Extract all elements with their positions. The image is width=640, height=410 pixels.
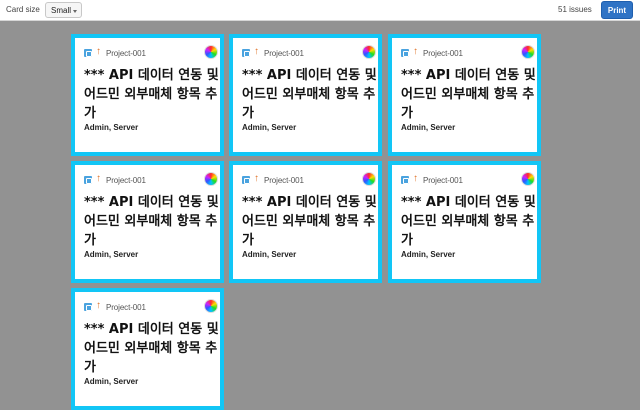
avatar [204,172,218,186]
story-icon [84,303,92,311]
issue-card[interactable]: ↑ Project-001 *** API 데이터 연동 및 어드민 외부매체 … [388,34,541,156]
issue-components: Admin, Server [84,377,139,386]
print-button[interactable]: Print [601,1,633,19]
card-size-select[interactable]: Small [45,2,82,18]
arrow-up-icon: ↑ [96,173,101,184]
card-size-value: Small [51,6,72,15]
avatar [521,45,535,59]
story-icon [242,49,250,57]
story-icon [401,49,409,57]
story-icon [84,49,92,57]
issue-title: *** API 데이터 연동 및 어드민 외부매체 항목 추가 [242,195,377,248]
story-icon [242,176,250,184]
card-header: ↑ Project-001 [84,45,219,59]
issue-components: Admin, Server [84,123,139,132]
issue-key[interactable]: Project-001 [264,176,304,185]
issue-key[interactable]: Project-001 [423,176,463,185]
issue-title: *** API 데이터 연동 및 어드민 외부매체 항목 추가 [401,68,536,121]
arrow-up-icon: ↑ [96,300,101,311]
issue-key[interactable]: Project-001 [423,49,463,58]
issue-card[interactable]: ↑ Project-001 *** API 데이터 연동 및 어드민 외부매체 … [71,288,224,410]
avatar [362,172,376,186]
card-size-label: Card size [6,5,40,14]
card-header: ↑ Project-001 [401,172,536,186]
card-header: ↑ Project-001 [84,172,219,186]
arrow-up-icon: ↑ [413,173,418,184]
story-icon [401,176,409,184]
avatar [204,45,218,59]
toolbar: Card size Small 51 issues Print [0,0,640,21]
avatar [362,45,376,59]
card-header: ↑ Project-001 [401,45,536,59]
avatar [204,299,218,313]
issue-title: *** API 데이터 연동 및 어드민 외부매체 항목 추가 [242,68,377,121]
issue-key[interactable]: Project-001 [106,49,146,58]
issue-components: Admin, Server [242,123,297,132]
issue-key[interactable]: Project-001 [264,49,304,58]
issue-card[interactable]: ↑ Project-001 *** API 데이터 연동 및 어드민 외부매체 … [71,161,224,283]
issue-components: Admin, Server [401,123,456,132]
avatar [521,172,535,186]
arrow-up-icon: ↑ [413,46,418,57]
story-icon [84,176,92,184]
card-header: ↑ Project-001 [84,299,219,313]
issue-count: 51 issues [558,5,592,14]
issue-components: Admin, Server [84,250,139,259]
issue-title: *** API 데이터 연동 및 어드민 외부매체 항목 추가 [84,68,219,121]
issue-title: *** API 데이터 연동 및 어드민 외부매체 항목 추가 [84,195,219,248]
issue-card[interactable]: ↑ Project-001 *** API 데이터 연동 및 어드민 외부매체 … [229,34,382,156]
card-header: ↑ Project-001 [242,45,377,59]
issue-key[interactable]: Project-001 [106,176,146,185]
issue-components: Admin, Server [401,250,456,259]
issue-title: *** API 데이터 연동 및 어드민 외부매체 항목 추가 [84,322,219,375]
chevron-down-icon [73,10,77,13]
issue-card[interactable]: ↑ Project-001 *** API 데이터 연동 및 어드민 외부매체 … [388,161,541,283]
arrow-up-icon: ↑ [254,46,259,57]
card-header: ↑ Project-001 [242,172,377,186]
arrow-up-icon: ↑ [254,173,259,184]
issue-card[interactable]: ↑ Project-001 *** API 데이터 연동 및 어드민 외부매체 … [229,161,382,283]
issue-components: Admin, Server [242,250,297,259]
issue-card[interactable]: ↑ Project-001 *** API 데이터 연동 및 어드민 외부매체 … [71,34,224,156]
issue-key[interactable]: Project-001 [106,303,146,312]
issue-title: *** API 데이터 연동 및 어드민 외부매체 항목 추가 [401,195,536,248]
arrow-up-icon: ↑ [96,46,101,57]
